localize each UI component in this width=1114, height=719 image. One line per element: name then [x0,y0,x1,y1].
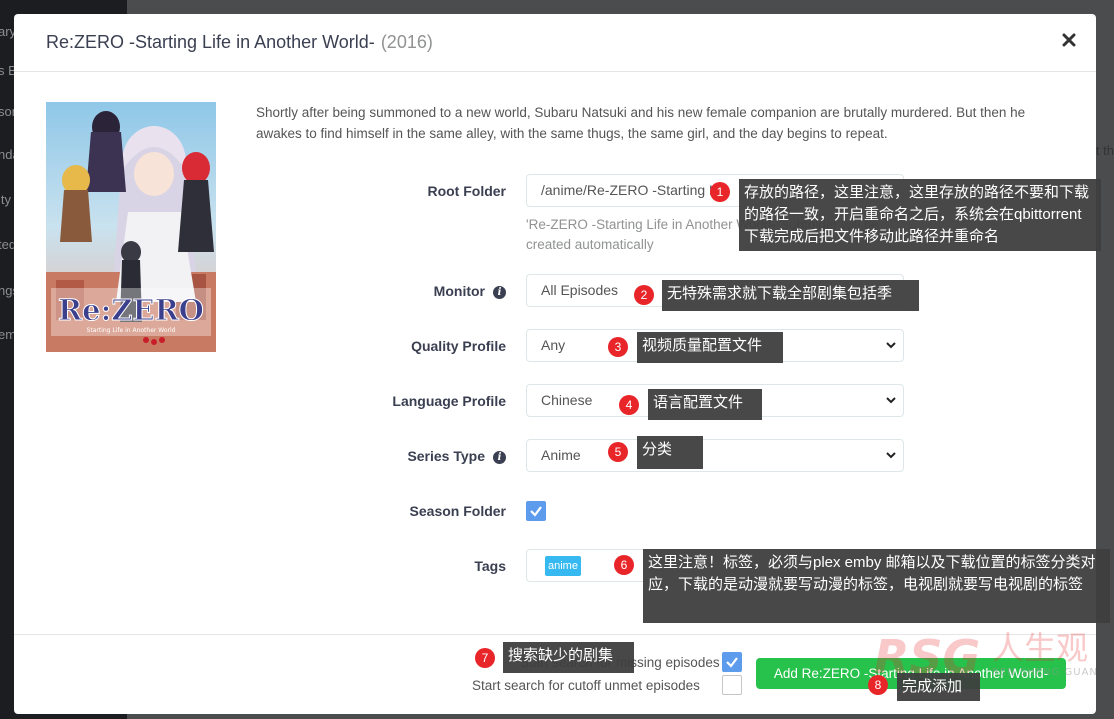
quality-profile-value: Any [541,337,566,353]
series-year: (2016) [380,32,433,52]
chevron-down-icon [886,397,896,404]
annotation-marker-3: 3 [608,337,628,357]
series-overview: Shortly after being summoned to a new wo… [256,105,1026,141]
annotation-marker-7: 7 [475,648,495,668]
annotation-marker-8: 8 [868,675,888,695]
annotation-marker-4: 4 [619,395,639,415]
close-icon[interactable] [1062,28,1076,52]
annotation-8: 完成添加 [897,673,980,701]
annotation-5: 分类 [637,436,703,469]
watermark-pinyin: REN SHENG GUAN [992,667,1096,678]
monitor-value: All Episodes [541,282,619,298]
annotation-6: 这里注意！标签，必须与plex emby 邮箱以及下载位置的标签分类对应，下载的… [643,549,1110,623]
language-profile-value: Chinese [541,392,593,408]
monitor-label-text: Monitor [433,283,485,299]
series-type-value: Anime [541,447,581,463]
poster-subtitle: Starting Life in Another World [87,327,176,334]
annotation-3: 视频质量配置文件 [637,332,783,363]
tag-chip[interactable]: anime [545,556,581,576]
chevron-down-icon [886,452,896,459]
language-profile-label: Language Profile [392,393,506,409]
monitor-label: Monitor i [306,283,506,299]
series-title: Re:ZERO -Starting Life in Another World- [46,32,375,52]
series-type-select[interactable]: Anime [526,439,904,472]
annotation-marker-1: 1 [710,182,730,202]
info-icon[interactable]: i [493,451,506,464]
series-poster: Re:ZERO Starting Life in Another World [46,102,216,352]
watermark-cn: 人生观 [992,629,1088,667]
poster-logo: Re:ZERO [58,293,204,327]
sidebar-item[interactable]: ity [0,192,11,207]
annotation-2: 无特殊需求就下载全部剧集包括季 [662,280,919,311]
annotation-7: 搜索缺少的剧集 [503,642,634,673]
season-folder-checkbox[interactable] [526,501,546,521]
check-icon [530,506,542,517]
search-cutoff-label: Start search for cutoff unmet episodes [472,678,700,693]
season-folder-label: Season Folder [409,503,506,519]
quality-profile-label: Quality Profile [411,338,506,354]
annotation-marker-6: 6 [614,555,634,575]
series-type-label-text: Series Type [407,448,485,464]
root-folder-value: /anime/Re-ZERO -Starting L [541,182,717,198]
modal-header: Re:ZERO -Starting Life in Another World-… [14,14,1096,72]
annotation-1: 存放的路径，这里注意，这里存放的路径不要和下载的路径一致，开启重命名之后，系统会… [739,179,1101,251]
search-cutoff-checkbox[interactable] [722,675,742,695]
check-icon [726,657,738,668]
annotation-marker-5: 5 [608,442,628,462]
info-icon[interactable]: i [493,286,506,299]
search-missing-checkbox[interactable] [722,652,742,672]
tags-label: Tags [474,558,506,574]
modal-title: Re:ZERO -Starting Life in Another World-… [46,32,433,53]
series-type-label: Series Type i [306,448,506,464]
root-folder-label: Root Folder [427,183,506,199]
annotation-4: 语言配置文件 [648,389,762,420]
annotation-marker-2: 2 [634,285,654,305]
chevron-down-icon [886,342,896,349]
